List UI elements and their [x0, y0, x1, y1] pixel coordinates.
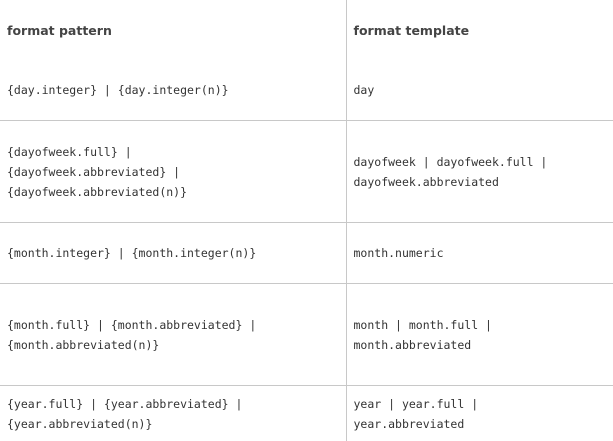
cell-text-line: year.abbreviated [354, 414, 606, 434]
cell-text-line: day [354, 80, 606, 100]
table-row: {month.full} | {month.abbreviated} | {mo… [0, 284, 613, 386]
cell-text-line: month | month.full | [354, 315, 606, 335]
cell-text-line: {month.abbreviated(n)} [7, 335, 339, 355]
header-row: format pattern format template [0, 0, 613, 60]
cell-text-line: {dayofweek.abbreviated} | [7, 162, 339, 182]
cell-text-line: {month.integer} | {month.integer(n)} [7, 243, 339, 263]
format-pattern-cell: {dayofweek.full} | {dayofweek.abbreviate… [0, 121, 346, 223]
cell-text-line: {year.full} | {year.abbreviated} | [7, 394, 339, 414]
cell-text-line: dayofweek | dayofweek.full | [354, 152, 606, 172]
cell-text-line: {year.abbreviated(n)} [7, 414, 339, 434]
table-row: {day.integer} | {day.integer(n)} day [0, 60, 613, 121]
cell-text-line: {month.full} | {month.abbreviated} | [7, 315, 339, 335]
format-pattern-cell: {day.integer} | {day.integer(n)} [0, 60, 346, 121]
format-template-cell: month.numeric [346, 223, 613, 284]
format-template-cell: year | year.full | year.abbreviated [346, 386, 613, 441]
format-table: format pattern format template {day.inte… [0, 0, 613, 441]
cell-text-line: year | year.full | [354, 394, 606, 414]
table-row: {dayofweek.full} | {dayofweek.abbreviate… [0, 121, 613, 223]
format-template-cell: dayofweek | dayofweek.full | dayofweek.a… [346, 121, 613, 223]
cell-text-line: month.abbreviated [354, 335, 606, 355]
format-pattern-cell: {month.integer} | {month.integer(n)} [0, 223, 346, 284]
column-header-format-template: format template [346, 0, 613, 60]
cell-text-line: month.numeric [354, 243, 606, 263]
format-template-cell: month | month.full | month.abbreviated [346, 284, 613, 386]
format-pattern-cell: {month.full} | {month.abbreviated} | {mo… [0, 284, 346, 386]
column-header-format-pattern: format pattern [0, 0, 346, 60]
table-row: {year.full} | {year.abbreviated} | {year… [0, 386, 613, 441]
format-template-cell: day [346, 60, 613, 121]
cell-text-line: dayofweek.abbreviated [354, 172, 606, 192]
format-pattern-cell: {year.full} | {year.abbreviated} | {year… [0, 386, 346, 441]
table-row: {month.integer} | {month.integer(n)} mon… [0, 223, 613, 284]
cell-text-line: {day.integer} | {day.integer(n)} [7, 80, 339, 100]
cell-text-line: {dayofweek.full} | [7, 142, 339, 162]
cell-text-line: {dayofweek.abbreviated(n)} [7, 182, 339, 202]
